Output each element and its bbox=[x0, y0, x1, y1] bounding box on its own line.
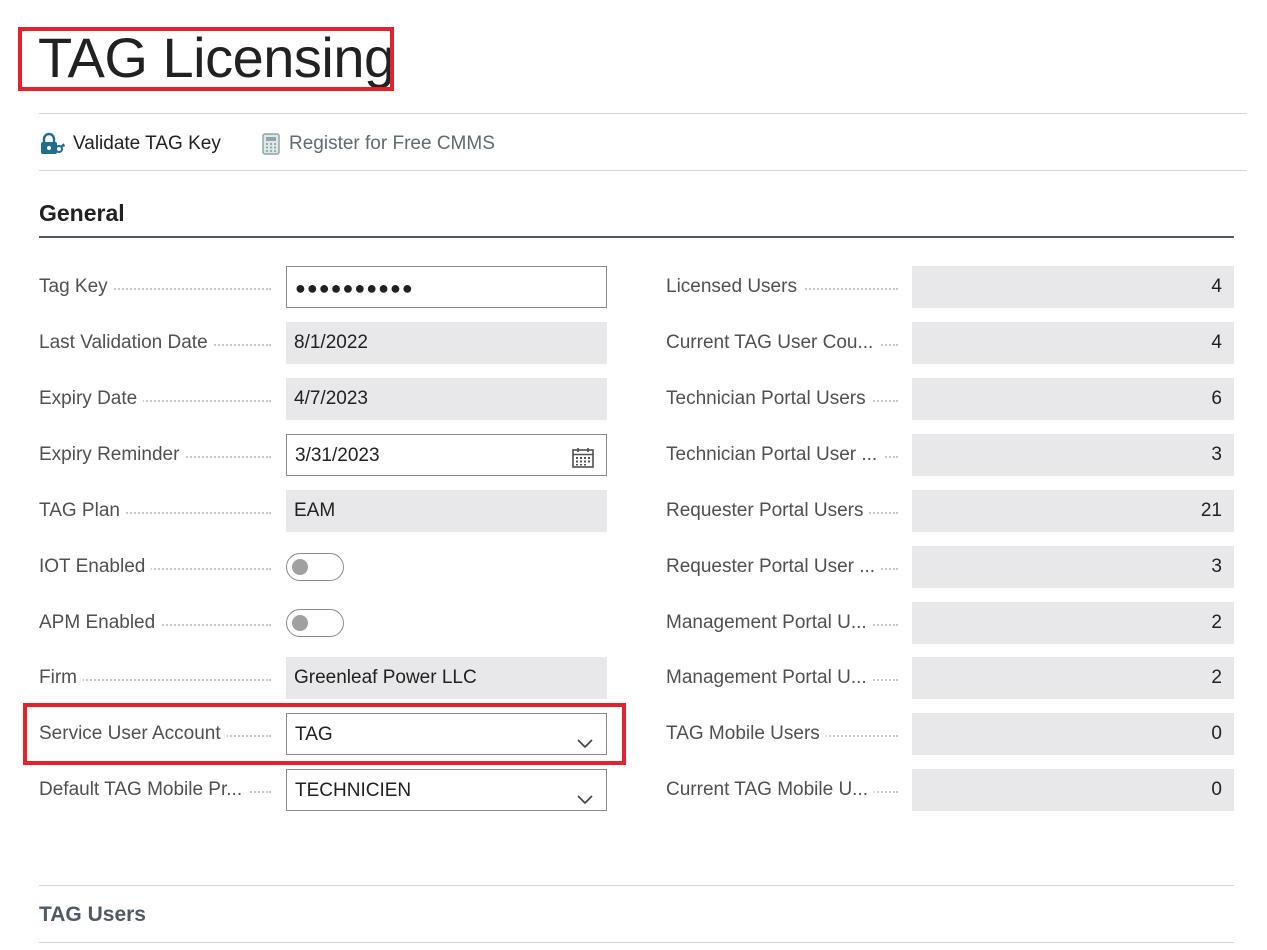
tag-plan-value: EAM bbox=[286, 490, 607, 532]
technician-portal-user-count-label: Technician Portal User ... bbox=[666, 434, 906, 476]
tag-users-bottom-divider bbox=[39, 942, 1234, 943]
action-bar-divider bbox=[39, 170, 1247, 171]
lock-key-icon bbox=[39, 132, 65, 156]
last-validation-date-label: Last Validation Date bbox=[39, 322, 279, 364]
licensed-users-value: 4 bbox=[912, 266, 1234, 308]
service-user-account-dropdown[interactable]: TAG bbox=[286, 713, 607, 755]
general-section-rule bbox=[39, 236, 1234, 238]
tag-key-input[interactable]: ●●●●●●●●●● bbox=[286, 266, 607, 308]
service-user-account-label: Service User Account bbox=[39, 713, 279, 755]
technician-portal-users-label: Technician Portal Users bbox=[666, 378, 906, 420]
technician-portal-users-value: 6 bbox=[912, 378, 1234, 420]
default-tag-mobile-profile-label: Default TAG Mobile Pr... bbox=[39, 769, 279, 811]
expiry-date-label: Expiry Date bbox=[39, 378, 279, 420]
default-tag-mobile-profile-dropdown[interactable]: TECHNICIEN bbox=[286, 769, 607, 811]
register-free-cmms-label: Register for Free CMMS bbox=[289, 133, 495, 154]
licensed-users-label: Licensed Users bbox=[666, 266, 906, 308]
requester-portal-users-label: Requester Portal Users bbox=[666, 490, 906, 532]
tag-mobile-users-value: 0 bbox=[912, 713, 1234, 755]
management-portal-user-count-value: 2 bbox=[912, 657, 1234, 699]
requester-portal-user-count-label: Requester Portal User ... bbox=[666, 546, 906, 588]
validate-tag-key-label: Validate TAG Key bbox=[73, 133, 221, 154]
expiry-reminder-input[interactable]: 3/31/2023 bbox=[286, 434, 607, 476]
tag-licensing-page: TAG Licensing Validate TAG Key Register … bbox=[0, 0, 1267, 950]
calculator-icon bbox=[261, 133, 281, 155]
requester-portal-users-value: 21 bbox=[912, 490, 1234, 532]
chevron-down-icon bbox=[576, 782, 594, 805]
tag-plan-label: TAG Plan bbox=[39, 490, 279, 532]
apm-enabled-toggle[interactable] bbox=[286, 609, 344, 637]
expiry-reminder-value: 3/31/2023 bbox=[295, 445, 380, 466]
general-section-heading[interactable]: General bbox=[39, 200, 125, 227]
firm-label: Firm bbox=[39, 657, 279, 699]
current-tag-mobile-users-label: Current TAG Mobile U... bbox=[666, 769, 906, 811]
management-portal-user-count-label: Management Portal U... bbox=[666, 657, 906, 699]
requester-portal-user-count-value: 3 bbox=[912, 546, 1234, 588]
management-portal-users-label: Management Portal U... bbox=[666, 602, 906, 644]
title-divider bbox=[39, 113, 1247, 114]
tag-users-top-divider bbox=[39, 885, 1234, 886]
iot-enabled-toggle[interactable] bbox=[286, 553, 344, 581]
management-portal-users-value: 2 bbox=[912, 602, 1234, 644]
toggle-knob bbox=[292, 615, 308, 631]
tag-mobile-users-label: TAG Mobile Users bbox=[666, 713, 906, 755]
current-tag-user-count-value: 4 bbox=[912, 322, 1234, 364]
validate-tag-key-button[interactable]: Validate TAG Key bbox=[39, 130, 221, 158]
toggle-knob bbox=[292, 559, 308, 575]
default-tag-mobile-profile-value: TECHNICIEN bbox=[295, 780, 412, 801]
expiry-date-value: 4/7/2023 bbox=[286, 378, 607, 420]
expiry-reminder-label: Expiry Reminder bbox=[39, 434, 279, 476]
tag-key-label: Tag Key bbox=[39, 266, 279, 308]
chevron-down-icon bbox=[576, 726, 594, 749]
firm-value: Greenleaf Power LLC bbox=[286, 657, 607, 699]
current-tag-mobile-users-value: 0 bbox=[912, 769, 1234, 811]
register-free-cmms-button[interactable]: Register for Free CMMS bbox=[261, 130, 495, 158]
calendar-icon[interactable] bbox=[571, 444, 595, 468]
tag-users-section-heading[interactable]: TAG Users bbox=[39, 903, 146, 927]
apm-enabled-label: APM Enabled bbox=[39, 602, 279, 644]
technician-portal-user-count-value: 3 bbox=[912, 434, 1234, 476]
title-highlight-box bbox=[18, 27, 394, 91]
current-tag-user-count-label: Current TAG User Cou... bbox=[666, 322, 906, 364]
iot-enabled-label: IOT Enabled bbox=[39, 546, 279, 588]
service-user-account-value: TAG bbox=[295, 724, 333, 745]
last-validation-date-value: 8/1/2022 bbox=[286, 322, 607, 364]
